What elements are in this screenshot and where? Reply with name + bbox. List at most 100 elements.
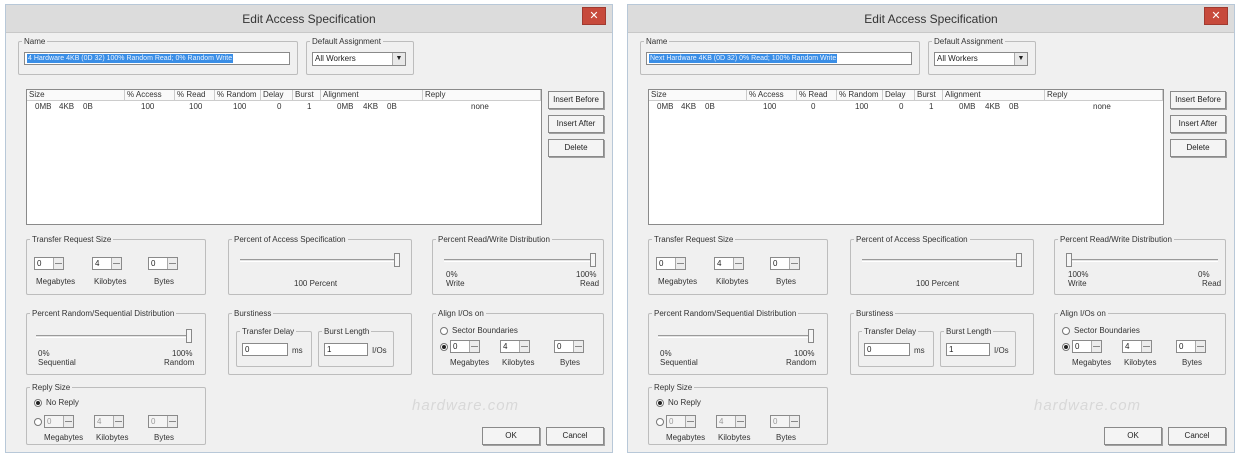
name-input[interactable]: Next Hardware 4KB (0D 32) 0% Read; 100% … [646,52,912,65]
cell-delay: 0 [277,102,282,111]
list-header-read[interactable]: % Read [797,90,837,101]
align-kb-input[interactable]: 4 [500,340,530,353]
list-header-reply[interactable]: Reply [1045,90,1163,101]
no-reply-radio[interactable] [656,399,664,407]
transfer-kb-input[interactable]: 4 [92,257,122,270]
percent-access-slider[interactable] [240,259,400,262]
chevron-down-icon[interactable]: ▼ [1014,53,1027,65]
reply-kb-input[interactable]: 4 [94,415,124,428]
insert-after-button[interactable]: Insert After [1170,115,1226,133]
transfer-b-input[interactable]: 0 [148,257,178,270]
default-assignment-legend: Default Assignment [934,37,1003,46]
align-b-input[interactable]: 0 [554,340,584,353]
transfer-mb-input[interactable]: 0 [34,257,64,270]
list-header-burst[interactable]: Burst [293,90,321,101]
default-assignment-select[interactable]: All Workers ▼ [934,52,1028,66]
percent-access-slider[interactable] [862,259,1022,262]
transfer-delay-input[interactable]: 0 [242,343,288,356]
reply-custom-radio[interactable] [656,418,664,426]
align-mb-input[interactable]: 0 [1072,340,1102,353]
read-write-slider[interactable] [1066,259,1218,262]
cancel-button[interactable]: Cancel [546,427,604,445]
percent-access-thumb[interactable] [1016,253,1022,267]
access-spec-list[interactable]: Size % Access % Read % Random Delay Burs… [648,89,1164,225]
read-write-thumb[interactable] [590,253,596,267]
no-reply-radio[interactable] [34,399,42,407]
random-seq-thumb[interactable] [186,329,192,343]
spin-icon[interactable] [675,258,685,269]
cancel-button[interactable]: Cancel [1168,427,1226,445]
list-header-alignment[interactable]: Alignment [321,90,423,101]
spin-icon[interactable] [573,341,583,352]
list-header-size[interactable]: Size [27,90,125,101]
sector-boundaries-radio[interactable] [440,327,448,335]
read-write-slider[interactable] [444,259,596,262]
spin-icon[interactable] [469,341,479,352]
random-seq-slider[interactable] [658,335,814,338]
list-header-read[interactable]: % Read [175,90,215,101]
list-header-alignment[interactable]: Alignment [943,90,1045,101]
reply-mb-input[interactable]: 0 [44,415,74,428]
title-bar[interactable]: Edit Access Specification ✕ [628,5,1234,33]
insert-before-button[interactable]: Insert Before [1170,91,1226,109]
spin-icon[interactable] [113,416,123,427]
percent-access-thumb[interactable] [394,253,400,267]
spin-icon[interactable] [167,416,177,427]
spin-icon[interactable] [111,258,121,269]
reply-b-input[interactable]: 0 [148,415,178,428]
reply-custom-radio[interactable] [34,418,42,426]
spin-icon[interactable] [735,416,745,427]
burst-length-input[interactable]: 1 [324,343,368,356]
align-kb-input[interactable]: 4 [1122,340,1152,353]
align-mb-input[interactable]: 0 [450,340,480,353]
spin-icon[interactable] [789,416,799,427]
spin-icon[interactable] [63,416,73,427]
list-header-access[interactable]: % Access [747,90,797,101]
list-header-burst[interactable]: Burst [915,90,943,101]
reply-b-input[interactable]: 0 [770,415,800,428]
default-assignment-select[interactable]: All Workers ▼ [312,52,406,66]
delete-button[interactable]: Delete [548,139,604,157]
transfer-delay-input[interactable]: 0 [864,343,910,356]
list-header-delay[interactable]: Delay [883,90,915,101]
delete-button[interactable]: Delete [1170,139,1226,157]
list-header-reply[interactable]: Reply [423,90,541,101]
spin-icon[interactable] [1195,341,1205,352]
spin-icon[interactable] [1141,341,1151,352]
list-header-access[interactable]: % Access [125,90,175,101]
read-write-thumb[interactable] [1066,253,1072,267]
ok-button[interactable]: OK [482,427,540,445]
title-bar[interactable]: Edit Access Specification ✕ [6,5,612,33]
transfer-mb-input[interactable]: 0 [656,257,686,270]
transfer-kb-input[interactable]: 4 [714,257,744,270]
spin-icon[interactable] [685,416,695,427]
reply-mb-input[interactable]: 0 [666,415,696,428]
sector-boundaries-radio[interactable] [1062,327,1070,335]
spin-icon[interactable] [519,341,529,352]
spin-icon[interactable] [733,258,743,269]
chevron-down-icon[interactable]: ▼ [392,53,405,65]
spin-icon[interactable] [789,258,799,269]
align-b-input[interactable]: 0 [1176,340,1206,353]
list-header-delay[interactable]: Delay [261,90,293,101]
close-button[interactable]: ✕ [1204,7,1228,25]
reply-kb-input[interactable]: 4 [716,415,746,428]
spin-icon[interactable] [167,258,177,269]
list-header-size[interactable]: Size [649,90,747,101]
transfer-b-input[interactable]: 0 [770,257,800,270]
insert-after-button[interactable]: Insert After [548,115,604,133]
name-input[interactable]: 4 Hardware 4KB (0D 32) 100% Random Read;… [24,52,290,65]
spin-icon[interactable] [1091,341,1101,352]
list-header-random[interactable]: % Random [837,90,883,101]
access-spec-list[interactable]: Size % Access % Read % Random Delay Burs… [26,89,542,225]
random-seq-thumb[interactable] [808,329,814,343]
random-seq-slider[interactable] [36,335,192,338]
align-custom-radio[interactable] [1062,343,1070,351]
list-header-random[interactable]: % Random [215,90,261,101]
spin-icon[interactable] [53,258,63,269]
burst-length-input[interactable]: 1 [946,343,990,356]
insert-before-button[interactable]: Insert Before [548,91,604,109]
close-button[interactable]: ✕ [582,7,606,25]
align-custom-radio[interactable] [440,343,448,351]
ok-button[interactable]: OK [1104,427,1162,445]
